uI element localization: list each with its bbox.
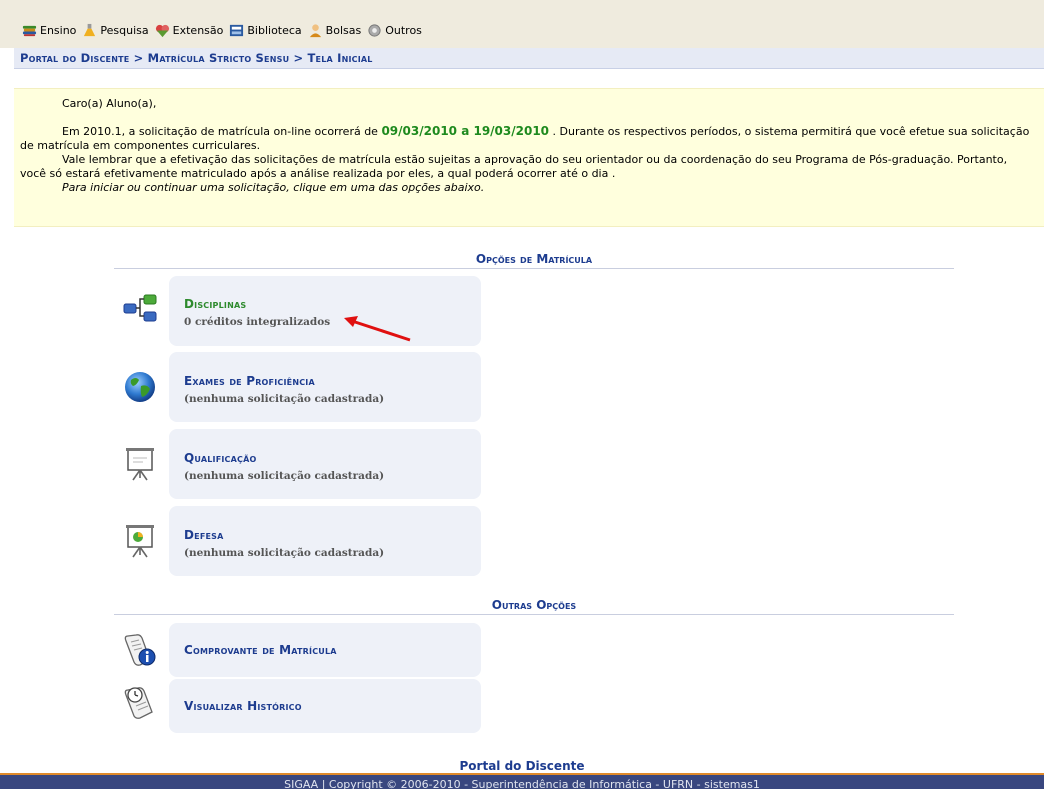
network-icon	[114, 282, 166, 334]
enrollment-notice: Caro(a) Aluno(a), Em 2010.1, a solicitaç…	[14, 88, 1044, 227]
defesa-card[interactable]: Defesa (nenhuma solicitação cadastrada)	[169, 506, 481, 576]
annotation-arrow	[344, 316, 411, 342]
disciplinas-link[interactable]: Disciplinas	[184, 297, 481, 311]
disciplinas-card[interactable]: Disciplinas 0 créditos integralizados	[169, 276, 481, 346]
menu-item-outros[interactable]: Outros	[367, 23, 422, 38]
breadcrumb: Portal do Discente > Matrícula Stricto S…	[14, 48, 1044, 69]
menu-item-biblioteca[interactable]: Biblioteca	[229, 23, 302, 38]
gear-icon	[368, 24, 381, 37]
flask-icon	[84, 23, 96, 37]
section-title-matricula: Opções de Matrícula	[114, 252, 954, 269]
menu-item-pesquisa[interactable]: Pesquisa	[82, 23, 149, 38]
books-icon	[22, 25, 37, 37]
exames-card[interactable]: Exames de Proficiência (nenhuma solicita…	[169, 352, 481, 422]
defesa-link[interactable]: Defesa	[184, 528, 481, 542]
main-menu: Ensino Pesquisa Extensão Biblioteca Bols…	[22, 23, 422, 38]
menu-label: Ensino	[40, 24, 77, 37]
menu-label: Biblioteca	[247, 24, 302, 37]
user-icon	[309, 24, 321, 38]
notice-paragraph-approval: Vale lembrar que a efetivação das solici…	[20, 153, 1008, 180]
comprovante-card[interactable]: Comprovante de Matrícula	[169, 623, 481, 677]
credits-count: 0 créditos integralizados	[184, 316, 331, 328]
globe-icon	[114, 361, 166, 413]
historico-card[interactable]: Visualizar Histórico	[169, 679, 481, 733]
menu-label: Outros	[385, 24, 422, 37]
top-menu-bar: Ensino Pesquisa Extensão Biblioteca Bols…	[0, 0, 1044, 48]
comprovante-matricula-link[interactable]: Comprovante de Matrícula	[184, 643, 481, 657]
qualificacao-card[interactable]: Qualificação (nenhuma solicitação cadast…	[169, 429, 481, 499]
notice-text: Em 2010.1, a solicitação de matrícula on…	[62, 125, 382, 138]
defesa-status: (nenhuma solicitação cadastrada)	[184, 547, 385, 559]
exames-proficiencia-link[interactable]: Exames de Proficiência	[184, 374, 481, 388]
presentation-board-icon	[114, 438, 166, 490]
exames-status: (nenhuma solicitação cadastrada)	[184, 393, 385, 405]
menu-label: Extensão	[172, 24, 224, 37]
scroll-clock-icon	[114, 676, 166, 728]
notice-instruction: Para iniciar ou continuar uma solicitaçã…	[20, 181, 1030, 195]
menu-label: Pesquisa	[100, 24, 149, 37]
visualizar-historico-link[interactable]: Visualizar Histórico	[184, 699, 481, 713]
notice-paragraph-period: Em 2010.1, a solicitação de matrícula on…	[20, 124, 1030, 153]
menu-item-extensao[interactable]: Extensão	[155, 23, 224, 38]
notice-instruction-text: Para iniciar ou continuar uma solicitaçã…	[62, 181, 485, 194]
footer-copyright: SIGAA | Copyright © 2006-2010 - Superint…	[0, 775, 1044, 789]
puzzle-icon	[155, 24, 169, 38]
menu-label: Bolsas	[325, 24, 362, 37]
menu-item-ensino[interactable]: Ensino	[22, 23, 76, 38]
qualificacao-link[interactable]: Qualificação	[184, 451, 481, 465]
enrollment-dates: 09/03/2010 a 19/03/2010	[381, 124, 550, 138]
section-title-outras: Outras Opções	[114, 598, 954, 615]
presentation-chart-icon	[114, 515, 166, 567]
notice-greeting: Caro(a) Aluno(a),	[62, 97, 157, 110]
menu-item-bolsas[interactable]: Bolsas	[308, 23, 362, 38]
qualificacao-status: (nenhuma solicitação cadastrada)	[184, 470, 385, 482]
footer-portal-link[interactable]: Portal do Discente	[0, 759, 1044, 773]
scroll-info-icon	[114, 624, 166, 676]
library-book-icon	[230, 24, 244, 37]
